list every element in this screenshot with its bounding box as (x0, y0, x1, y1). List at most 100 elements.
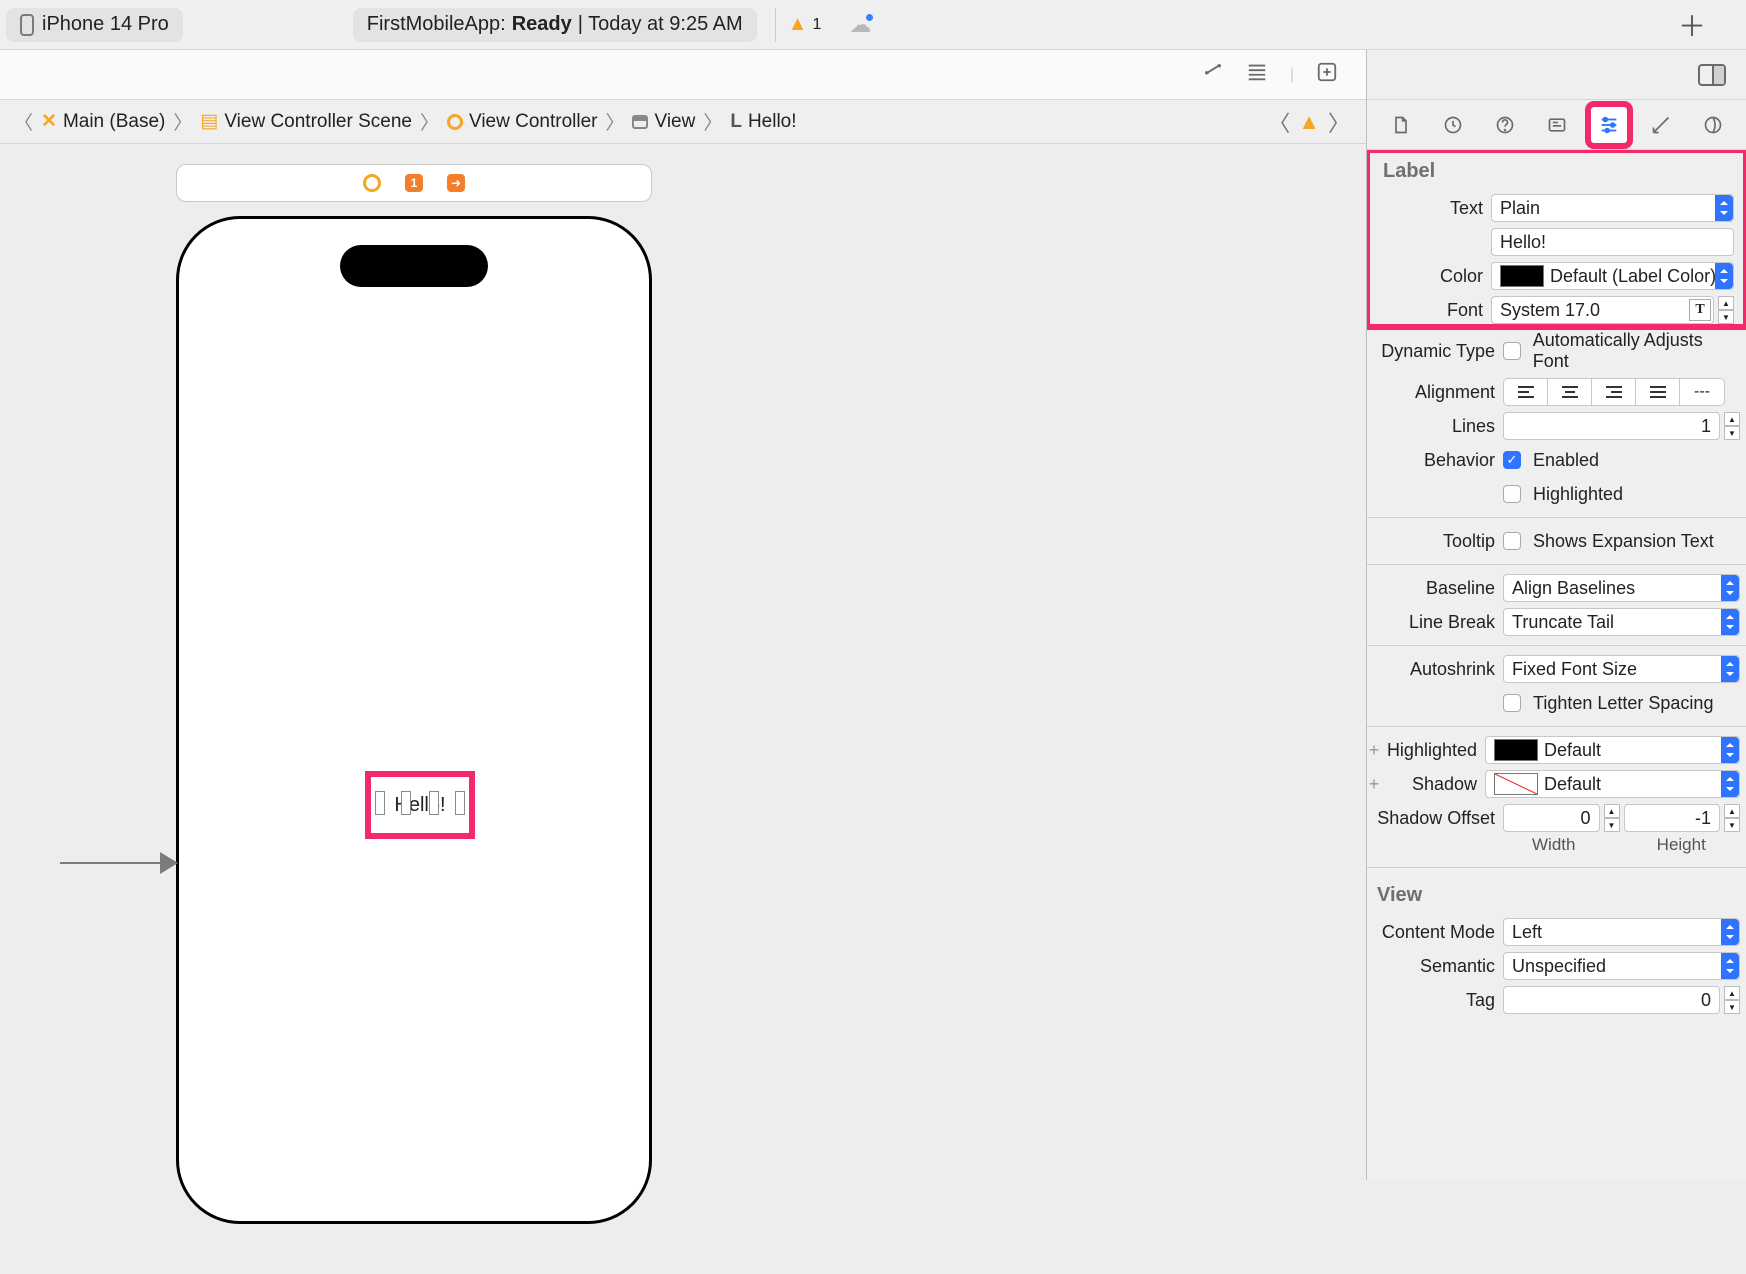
tag-stepper[interactable]: ▲▼ (1724, 986, 1740, 1014)
warning-count: 1 (812, 16, 821, 34)
selected-label[interactable]: Hello! (365, 771, 475, 839)
highlighted-color-select[interactable]: Default (1485, 736, 1740, 764)
nav-next[interactable]: 〉 (1328, 106, 1350, 138)
baseline-select[interactable]: Align Baselines (1503, 574, 1740, 602)
tooltip-label: Tooltip (1367, 531, 1503, 552)
add-button[interactable]: ＋ (1678, 5, 1706, 45)
phone-icon (20, 14, 34, 36)
alignment-label: Alignment (1367, 382, 1503, 403)
text-value-field[interactable]: Hello! (1491, 228, 1734, 256)
resize-handle[interactable] (375, 791, 385, 815)
add-panel-icon[interactable] (1316, 61, 1338, 88)
align-natural[interactable]: --- (1680, 379, 1724, 405)
enabled-checkbox[interactable]: ✓ (1503, 451, 1521, 469)
help-inspector-tab[interactable] (1485, 105, 1525, 145)
file-inspector-tab[interactable] (1381, 105, 1421, 145)
add-highlighted-button[interactable]: + (1367, 740, 1381, 761)
chevron-icon: 〉 (416, 108, 443, 135)
history-inspector-tab[interactable] (1433, 105, 1473, 145)
lines-stepper[interactable]: ▲▼ (1724, 412, 1740, 440)
connections-inspector-tab[interactable] (1693, 105, 1733, 145)
crumb-main[interactable]: ✕ Main (Base) (37, 110, 169, 133)
alignment-segment[interactable]: --- (1503, 378, 1725, 406)
tighten-checkbox[interactable] (1503, 694, 1521, 712)
align-justify[interactable] (1636, 379, 1680, 405)
crumb-label[interactable]: L Hello! (726, 111, 800, 133)
panel-toggle-icon[interactable] (1698, 64, 1726, 86)
dynamic-type-checkbox[interactable] (1503, 342, 1521, 360)
autoshrink-select[interactable]: Fixed Font Size (1503, 655, 1740, 683)
dynamic-type-option: Automatically Adjusts Font (1533, 330, 1740, 372)
nav-warning-icon[interactable]: ▲ (1298, 109, 1320, 135)
crumb-nav-back[interactable]: 〈 (10, 108, 37, 135)
shadow-offset-width-field[interactable]: 0 (1503, 804, 1600, 832)
align-center[interactable] (1548, 379, 1592, 405)
warnings-badge[interactable]: ▲ 1 (775, 8, 834, 42)
tag-value: 0 (1701, 990, 1711, 1011)
align-right[interactable] (1592, 379, 1636, 405)
font-value: System 17.0 (1500, 300, 1600, 321)
dropdown-icon (1721, 575, 1739, 601)
align-left[interactable] (1504, 379, 1548, 405)
highlighted-checkbox[interactable] (1503, 485, 1521, 503)
align-natural-label: --- (1694, 383, 1710, 401)
lines-field[interactable]: 1 (1503, 412, 1720, 440)
first-responder-dock-icon[interactable]: 1 (405, 174, 423, 192)
shadow-offset-height-stepper[interactable]: ▲▼ (1724, 804, 1740, 832)
lines-value: 1 (1701, 416, 1711, 437)
sync-icon[interactable] (1202, 61, 1224, 88)
text-mode-select[interactable]: Plain (1491, 194, 1734, 222)
device-canvas[interactable]: Hello! (176, 216, 652, 1224)
highlighted-option: Highlighted (1533, 484, 1623, 505)
semantic-select[interactable]: Unspecified (1503, 952, 1740, 980)
build-status[interactable]: FirstMobileApp: Ready | Today at 9:25 AM (353, 8, 757, 42)
color-swatch (1500, 265, 1544, 287)
color-select[interactable]: Default (Label Color) (1491, 262, 1734, 290)
resize-handle[interactable] (429, 791, 439, 815)
initial-vc-arrow[interactable] (60, 862, 176, 864)
baseline-value: Align Baselines (1512, 578, 1635, 599)
dropdown-icon (1715, 195, 1733, 221)
shadow-color-label: Shadow (1381, 774, 1485, 795)
shadow-color-select[interactable]: Default (1485, 770, 1740, 798)
crumb-vc[interactable]: View Controller (443, 111, 601, 133)
crumb-main-label: Main (Base) (63, 111, 165, 133)
nav-prev[interactable]: 〈 (1268, 106, 1290, 138)
project-name: FirstMobileApp: (367, 13, 506, 36)
shadow-width-sublabel: Width (1495, 835, 1613, 855)
device-selector[interactable]: iPhone 14 Pro (6, 8, 183, 42)
size-inspector-tab[interactable] (1641, 105, 1681, 145)
crumb-label-text: Hello! (748, 111, 797, 133)
font-stepper[interactable]: ▲▼ (1718, 296, 1734, 324)
resize-handle[interactable] (455, 791, 465, 815)
chevron-icon: 〉 (601, 108, 628, 135)
exit-dock-icon[interactable]: ➜ (447, 174, 465, 192)
tooltip-checkbox[interactable] (1503, 532, 1521, 550)
resize-handle[interactable] (401, 791, 411, 815)
crumb-view[interactable]: View (628, 111, 699, 133)
shadow-offset-label: Shadow Offset (1367, 808, 1503, 829)
identity-inspector-tab[interactable] (1537, 105, 1577, 145)
storyboard-icon: ▤ (200, 110, 218, 133)
add-shadow-button[interactable]: + (1367, 774, 1381, 795)
content-mode-select[interactable]: Left (1503, 918, 1740, 946)
cloud-icon[interactable]: ☁ (849, 12, 871, 38)
linebreak-select[interactable]: Truncate Tail (1503, 608, 1740, 636)
crumb-scene[interactable]: ▤ View Controller Scene (196, 110, 416, 133)
lines-icon[interactable] (1246, 61, 1268, 88)
shadow-offset-width-value: 0 (1580, 808, 1590, 829)
crumb-vc-label: View Controller (469, 111, 597, 133)
dropdown-icon (1721, 656, 1739, 682)
crumb-view-label: View (654, 111, 695, 133)
tag-field[interactable]: 0 (1503, 986, 1720, 1014)
semantic-value: Unspecified (1512, 956, 1606, 977)
shadow-offset-width-stepper[interactable]: ▲▼ (1604, 804, 1620, 832)
attributes-inspector-tab[interactable] (1589, 105, 1629, 145)
label-type-icon: L (730, 111, 742, 133)
content-mode-label: Content Mode (1367, 922, 1503, 943)
shadow-offset-height-field[interactable]: -1 (1624, 804, 1721, 832)
viewcontroller-dock-icon[interactable] (363, 174, 381, 192)
scene-header[interactable]: 1 ➜ (176, 164, 652, 202)
font-field[interactable]: System 17.0 T (1491, 296, 1714, 324)
font-picker-icon[interactable]: T (1689, 299, 1711, 321)
